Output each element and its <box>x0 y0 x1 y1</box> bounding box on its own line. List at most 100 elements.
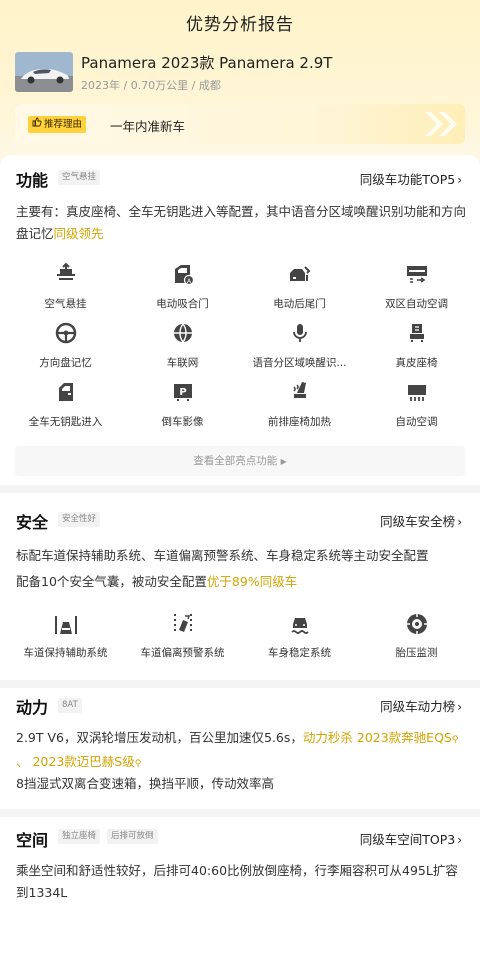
safety-feature-item[interactable]: 胎压监测 <box>358 610 475 669</box>
feature-item[interactable]: 全车无钥匙进入 <box>7 379 124 438</box>
recommend-reason-bar: 推荐理由 一年内准新车 <box>15 104 465 144</box>
view-all-features-button[interactable]: 查看全部亮点功能 ▶ <box>15 446 465 476</box>
feature-item-label: 电动后尾门 <box>273 298 326 310</box>
parking-camera-icon: P <box>124 379 241 407</box>
svg-text:P: P <box>179 387 186 398</box>
power-tailgate-icon <box>241 261 358 289</box>
voice-recognition-icon <box>241 320 358 348</box>
recommend-badge: 推荐理由 <box>28 116 87 133</box>
feature-item[interactable]: 空气悬挂 <box>7 261 124 320</box>
safety-link-label: 同级车安全榜 <box>380 514 456 529</box>
feature-item[interactable]: 前排座椅加热 <box>241 379 358 438</box>
function-link-label: 同级车功能TOP5 <box>359 172 456 187</box>
safety-tag: 安全性好 <box>58 512 101 527</box>
auto-ac-icon <box>358 379 475 407</box>
safety-feature-item-label: 车道保持辅助系统 <box>23 647 108 659</box>
compare-link-eqs[interactable]: 动力秒杀 2023款奔驰EQS <box>303 730 452 745</box>
function-title: 功能 <box>16 171 49 190</box>
recommend-badge-label: 推荐理由 <box>44 119 83 130</box>
feature-item[interactable]: 方向盘记忆 <box>7 320 124 379</box>
space-top3-link[interactable]: 同级车空间TOP3 › <box>360 829 462 848</box>
car-thumbnail <box>15 52 73 92</box>
page-title: 优势分析报告 <box>186 15 294 35</box>
space-tag-2: 后排可放倒 <box>107 829 158 844</box>
soft-close-door-icon: A <box>124 261 241 289</box>
feature-item-label: 方向盘记忆 <box>39 357 92 369</box>
chevron-right-icon: › <box>457 515 462 529</box>
space-link-label: 同级车空间TOP3 <box>359 832 456 847</box>
safety-feature-item-label: 胎压监测 <box>395 647 438 659</box>
divider <box>0 485 480 493</box>
space-description: 乘坐空间和舒适性较好，后排可40:60比例放倒座椅，行李厢容积可从495L扩容到… <box>16 863 458 900</box>
feature-item-label: 语音分区域唤醒识... <box>252 357 347 369</box>
safety-feature-item[interactable]: 车身稳定系统 <box>241 610 358 669</box>
space-tag-1: 独立座椅 <box>58 829 101 844</box>
feature-item[interactable]: 语音分区域唤醒识... <box>241 320 358 379</box>
power-rank-link[interactable]: 同级车动力榜 › <box>380 696 462 715</box>
search-icon: ⚲ <box>134 759 142 769</box>
keyless-entry-icon <box>7 379 124 407</box>
air-suspension-icon <box>7 261 124 289</box>
safety-title: 安全 <box>16 513 49 532</box>
power-description-1: 2.9T V6，双涡轮增压发动机，百公里加速仅5.6s，动力秒杀 2023款奔驰… <box>16 727 466 775</box>
safety-feature-item-label: 车道偏离预警系统 <box>140 647 225 659</box>
feature-item-label: 自动空调 <box>395 416 438 428</box>
power-desc-separator: 、 <box>16 754 33 769</box>
recommend-reason-text: 一年内准新车 <box>110 119 186 134</box>
divider <box>0 680 480 688</box>
safety-rank-link[interactable]: 同级车安全榜 › <box>380 511 462 530</box>
divider <box>0 809 480 817</box>
search-icon: ⚲ <box>451 735 459 745</box>
function-top5-link[interactable]: 同级车功能TOP5 › <box>360 169 462 188</box>
function-description: 主要有：真皮座椅、全车无钥匙进入等配置，其中语音分区域唤醒识别功能和方向盘记忆同… <box>16 201 466 245</box>
feature-item[interactable]: 双区自动空调 <box>358 261 475 320</box>
power-tag: 8AT <box>58 698 82 713</box>
feature-item-label: 倒车影像 <box>161 416 204 428</box>
feature-item-label: 全车无钥匙进入 <box>28 416 103 428</box>
stability-control-icon <box>241 610 358 638</box>
car-name: Panamera 2023款 Panamera 2.9T <box>81 54 333 72</box>
lane-departure-icon <box>124 610 241 638</box>
tire-pressure-icon <box>358 610 475 638</box>
chevron-right-icon: › <box>457 700 462 714</box>
car-header[interactable]: Panamera 2023款 Panamera 2.9T 2023年 / 0.7… <box>15 48 465 98</box>
power-section: 动力 8AT 同级车动力榜 › 2.9T V6，双涡轮增压发动机，百公里加速仅5.… <box>0 688 480 809</box>
chevron-right-icon: › <box>457 833 462 847</box>
connected-car-icon <box>124 320 241 348</box>
car-meta: 2023年 / 0.70万公里 / 成都 <box>81 79 221 92</box>
space-section: 空间 独立座椅 后排可放倒 同级车空间TOP3 › 乘坐空间和舒适性较好，后排可4… <box>0 817 480 959</box>
feature-item[interactable]: A 电动吸合门 <box>124 261 241 320</box>
power-desc-text: 2.9T V6，双涡轮增压发动机，百公里加速仅5.6s， <box>16 730 303 745</box>
lane-keep-icon <box>7 610 124 638</box>
chevron-right-icon: › <box>457 173 462 187</box>
feature-item-label: 电动吸合门 <box>156 298 209 310</box>
safety-desc2-highlight: 优于89%同级车 <box>206 574 298 589</box>
thumbs-up-icon <box>32 116 42 133</box>
safety-description-1: 标配车道保持辅助系统、车道偏离预警系统、车身稳定系统等主动安全配置 <box>16 548 429 563</box>
steering-memory-icon <box>7 320 124 348</box>
feature-item-label: 前排座椅加热 <box>268 416 331 428</box>
power-description-2: 8挡湿式双离合变速箱，换挡平顺，传动效率高 <box>16 776 274 791</box>
power-title: 动力 <box>16 698 49 717</box>
function-desc-highlight: 同级领先 <box>53 226 104 241</box>
space-title: 空间 <box>16 831 49 850</box>
feature-item[interactable]: 车联网 <box>124 320 241 379</box>
feature-item[interactable]: 真皮座椅 <box>358 320 475 379</box>
compare-link-maybach[interactable]: 2023款迈巴赫S级 <box>32 754 134 769</box>
function-section: 功能 空气悬挂 同级车功能TOP5 › 主要有：真皮座椅、全车无钥匙进入等配置，其… <box>0 155 480 485</box>
feature-item-label: 车联网 <box>166 357 199 369</box>
feature-item-label: 空气悬挂 <box>44 298 87 310</box>
leather-seat-icon <box>358 320 475 348</box>
feature-item-label: 双区自动空调 <box>385 298 448 310</box>
safety-feature-item[interactable]: 车道偏离预警系统 <box>124 610 241 669</box>
feature-item[interactable]: 电动后尾门 <box>241 261 358 320</box>
power-link-label: 同级车动力榜 <box>380 699 456 714</box>
dual-zone-ac-icon <box>358 261 475 289</box>
function-tag: 空气悬挂 <box>58 170 101 185</box>
chevron-decoration-icon <box>419 108 463 144</box>
safety-feature-item[interactable]: 车道保持辅助系统 <box>7 610 124 669</box>
triangle-right-icon: ▶ <box>280 457 287 466</box>
feature-item[interactable]: 自动空调 <box>358 379 475 438</box>
safety-section: 安全 安全性好 同级车安全榜 › 标配车道保持辅助系统、车道偏离预警系统、车身稳定… <box>0 493 480 680</box>
feature-item[interactable]: P 倒车影像 <box>124 379 241 438</box>
